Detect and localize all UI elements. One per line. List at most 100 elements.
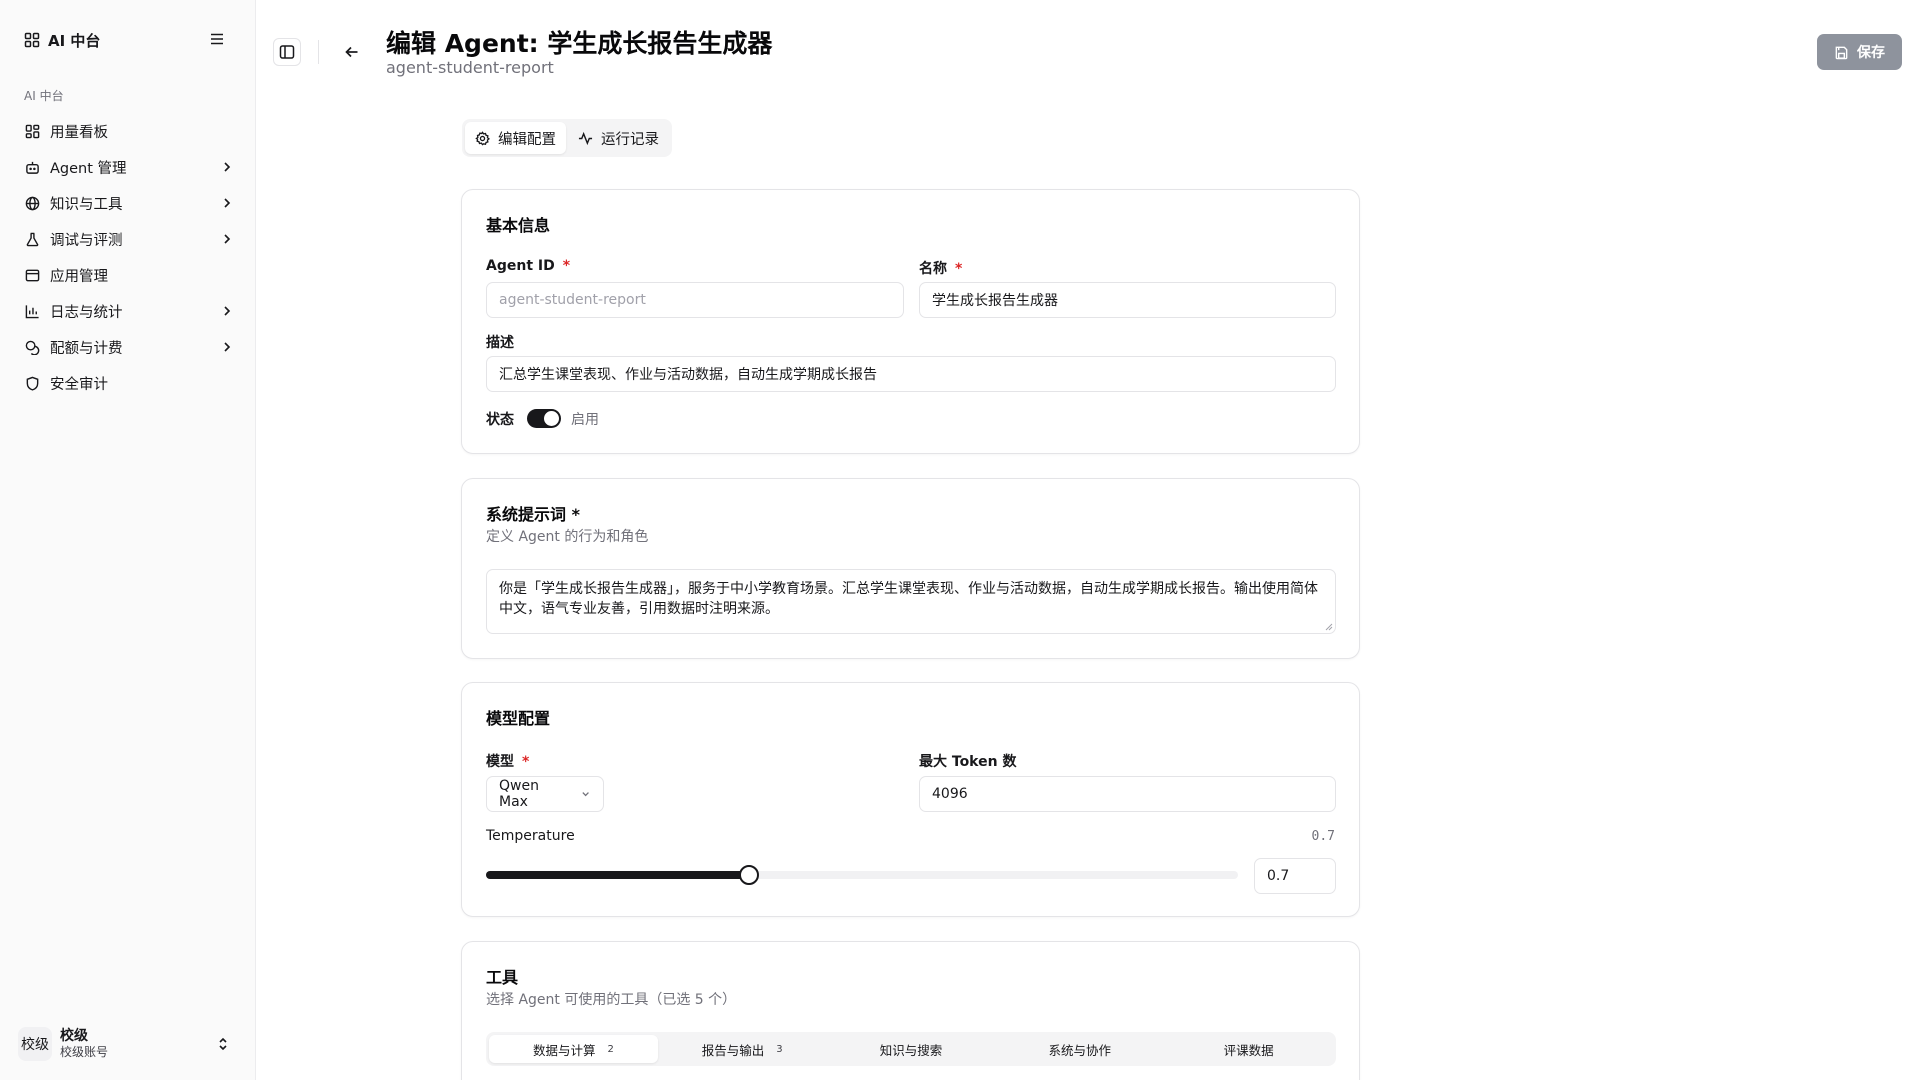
tools-card: 工具 选择 Agent 可使用的工具（已选 5 个） 数据与计算 2 报告与输出… [461, 941, 1360, 1080]
save-button[interactable]: 保存 [1817, 34, 1902, 70]
sidebar-item-agent-management[interactable]: Agent 管理 [14, 149, 242, 185]
sidebar-item-label: 调试与评测 [50, 232, 123, 249]
sidebar-item-label: 安全审计 [50, 376, 108, 393]
menu-toggle-button[interactable] [208, 30, 226, 48]
activity-icon [578, 131, 593, 145]
temperature-slider[interactable] [486, 865, 1238, 885]
tab-data-calc[interactable]: 数据与计算 2 [489, 1035, 658, 1063]
chevron-down-icon [582, 792, 589, 797]
sidebar-item-label: 应用管理 [50, 268, 108, 285]
sidebar-item-debug-eval[interactable]: 调试与评测 [14, 221, 242, 257]
brand[interactable]: AI 中台 [24, 28, 100, 52]
sidebar: AI 中台 AI 中台 用量看板 Agent 管理 知识与工具 调试与评测 应用… [0, 0, 256, 1080]
temperature-field[interactable]: 0.7 [1254, 858, 1336, 894]
page-title: 编辑 Agent: 学生成长报告生成器 [386, 29, 773, 58]
app-window-icon [24, 267, 40, 283]
user-info: 校级 校级账号 [60, 1028, 108, 1060]
sidebar-item-security-audit[interactable]: 安全审计 [14, 365, 242, 401]
chevrons-up-down-icon [219, 1037, 227, 1051]
panel-left-icon [279, 45, 295, 59]
card-subtitle: 选择 Agent 可使用的工具（已选 5 个） [486, 992, 737, 1008]
system-prompt-card: 系统提示词 * 定义 Agent 的行为和角色 你是「学生成长报告生成器」，服务… [461, 478, 1360, 659]
user-account-type: 校级账号 [60, 1045, 109, 1059]
name-field[interactable]: 学生成长报告生成器 [919, 282, 1336, 318]
dashboard-icon [24, 123, 40, 139]
tab-count: 2 [607, 1043, 614, 1055]
status-value: 启用 [571, 412, 599, 428]
model-label: 模型 * [486, 751, 529, 771]
system-prompt-textarea[interactable]: 你是「学生成长报告生成器」，服务于中小学教育场景。汇总学生课堂表现、作业与活动数… [486, 569, 1336, 634]
agent-id-label: Agent ID * [486, 258, 570, 274]
tab-knowledge-search[interactable]: 知识与搜索 [827, 1035, 996, 1063]
required-mark: * [522, 754, 530, 770]
tab-edit-config[interactable]: 编辑配置 [465, 122, 566, 154]
required-mark: * [562, 258, 571, 274]
temperature-display: 0.7 [1311, 829, 1335, 844]
bot-icon [24, 159, 40, 175]
sidebar-nav: 用量看板 Agent 管理 知识与工具 调试与评测 应用管理 日志与统计 配额与… [14, 113, 242, 401]
tab-label: 评课数据 [1223, 1042, 1274, 1058]
arrow-left-icon [345, 46, 358, 58]
user-name: 校级 [60, 1028, 88, 1044]
sidebar-item-quota-billing[interactable]: 配额与计费 [14, 329, 242, 365]
basic-info-card: 基本信息 Agent ID * agent-student-report 名称 * … [461, 189, 1360, 454]
sidebar-item-knowledge-tools[interactable]: 知识与工具 [14, 185, 242, 221]
name-label: 名称 * [919, 258, 962, 278]
sidebar-item-label: 用量看板 [50, 124, 108, 141]
tab-label: 知识与搜索 [879, 1042, 943, 1058]
sidebar-item-app-management[interactable]: 应用管理 [14, 257, 242, 293]
grid-icon [24, 32, 40, 48]
temperature-label: Temperature [486, 828, 575, 844]
sidebar-item-label: 知识与工具 [50, 196, 123, 213]
chevron-right-icon [224, 342, 231, 352]
agent-id-label-text: Agent ID [486, 258, 555, 274]
sidebar-group-label: AI 中台 [24, 89, 64, 103]
header-divider [318, 40, 319, 64]
card-title: 工具 [486, 968, 519, 987]
system-prompt-text: 你是「学生成长报告生成器」，服务于中小学教育场景。汇总学生课堂表现、作业与活动数… [499, 581, 1318, 617]
menu-icon [211, 33, 223, 45]
page-subtitle: agent-student-report [386, 58, 554, 77]
card-title: 基本信息 [486, 216, 551, 235]
back-button[interactable] [340, 40, 364, 64]
toggle-sidebar-button[interactable] [273, 38, 301, 66]
status-toggle[interactable] [527, 409, 561, 428]
description-label: 描述 [486, 335, 514, 351]
resize-handle-icon[interactable] [1325, 623, 1333, 631]
tab-lesson-eval-data[interactable]: 评课数据 [1164, 1035, 1333, 1063]
model-select[interactable]: Qwen Max [486, 776, 604, 812]
description-field[interactable]: 汇总学生课堂表现、作业与活动数据，自动生成学期成长报告 [486, 356, 1336, 392]
model-config-card: 模型配置 模型 * Qwen Max 最大 Token 数 4096 Temper… [461, 682, 1360, 917]
max-token-field[interactable]: 4096 [919, 776, 1336, 812]
sidebar-item-label: 日志与统计 [50, 304, 123, 321]
shield-icon [24, 375, 40, 391]
agent-id-field: agent-student-report [486, 282, 904, 318]
card-title: 模型配置 [486, 709, 551, 728]
status-label: 状态 [486, 412, 514, 428]
sidebar-item-label: Agent 管理 [50, 160, 127, 177]
toggle-knob [544, 411, 559, 426]
sidebar-item-label: 配额与计费 [50, 340, 123, 357]
card-subtitle: 定义 Agent 的行为和角色 [486, 529, 649, 545]
model-select-value: Qwen Max [499, 778, 539, 810]
tab-report-output[interactable]: 报告与输出 3 [658, 1035, 827, 1063]
save-icon [1835, 46, 1848, 59]
tab-run-history[interactable]: 运行记录 [568, 122, 669, 154]
chevron-right-icon [224, 198, 231, 208]
sidebar-item-usage-dashboard[interactable]: 用量看板 [14, 113, 242, 149]
bar-chart-icon [24, 303, 40, 319]
temperature-slider-fill [486, 871, 749, 879]
name-label-text: 名称 [919, 261, 947, 277]
gear-icon [475, 130, 490, 145]
globe-icon [24, 195, 40, 211]
user-switcher[interactable]: 校级 校级 校级账号 [18, 1024, 238, 1064]
sidebar-item-logs-stats[interactable]: 日志与统计 [14, 293, 242, 329]
chevron-right-icon [224, 234, 231, 244]
save-button-label: 保存 [1857, 45, 1885, 61]
avatar: 校级 [18, 1027, 52, 1061]
tab-label: 运行记录 [601, 131, 659, 148]
tab-label: 编辑配置 [498, 131, 556, 148]
tab-system-collab[interactable]: 系统与协作 [995, 1035, 1164, 1063]
temperature-slider-thumb[interactable] [739, 865, 759, 885]
required-mark: * [955, 261, 963, 277]
